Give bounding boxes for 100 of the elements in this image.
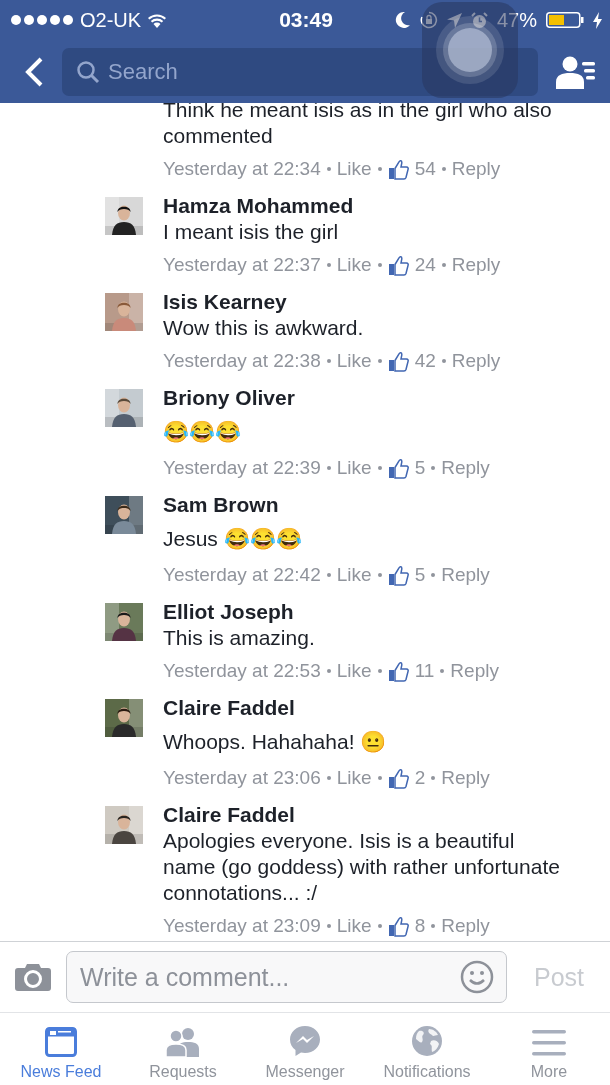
commenter-name[interactable]: Isis Kearney [163, 289, 560, 315]
battery-icon [546, 12, 584, 28]
comment-input-field[interactable]: Write a comment... [80, 962, 460, 992]
like-count: 54 [414, 158, 436, 180]
clock-time: 03:49 [279, 8, 333, 32]
menu-icon [532, 1029, 566, 1057]
commenter-name[interactable]: Elliot Joseph [163, 599, 560, 625]
location-arrow-icon [446, 12, 462, 28]
thumbs-up-icon [387, 767, 409, 789]
separator-dot [326, 573, 331, 577]
like-link[interactable]: Like [336, 457, 372, 479]
comment-text: Whoops. Hahahaha! 😐 [163, 729, 388, 755]
separator-dot [441, 167, 446, 171]
reply-link[interactable]: Reply [441, 767, 490, 789]
like-count: 11 [414, 660, 435, 682]
commenter-name[interactable]: Hamza Mohammed [163, 193, 560, 219]
comment-time: Yesterday at 23:09 [163, 915, 321, 937]
thumbs-up-icon [387, 564, 409, 586]
comment-text: I meant isis the girl [163, 219, 340, 245]
tab-button[interactable]: Requests [122, 1013, 244, 1085]
reply-link[interactable]: Reply [441, 564, 490, 586]
tab-button[interactable]: Notifications [366, 1013, 488, 1085]
like-count: 42 [414, 350, 436, 372]
commenter-name[interactable]: Claire Faddel [163, 802, 560, 828]
rotation-lock-icon [419, 11, 438, 29]
like-link[interactable]: Like [336, 254, 372, 276]
search-icon [76, 59, 100, 84]
like-link[interactable]: Like [336, 350, 372, 372]
reply-link[interactable]: Reply [450, 660, 499, 682]
alarm-icon [470, 11, 488, 29]
like-link[interactable]: Like [336, 564, 372, 586]
wifi-icon [147, 12, 168, 28]
separator-dot [326, 263, 331, 267]
smiley-icon[interactable] [459, 960, 494, 994]
separator-dot [326, 359, 331, 363]
comment-text: Jesus 😂😂😂 [163, 526, 303, 552]
separator-dot [377, 669, 382, 673]
search-bar[interactable]: Search [62, 47, 538, 96]
like-link[interactable]: Like [336, 660, 372, 682]
thumbs-up-icon [387, 350, 409, 372]
battery-percentage: 47% [496, 8, 537, 32]
separator-dot [431, 924, 436, 928]
charging-bolt-icon [593, 11, 602, 29]
comment-time: Yesterday at 22:39 [163, 457, 321, 479]
separator-dot [377, 776, 382, 780]
separator-dot [377, 359, 382, 363]
like-count: 24 [414, 254, 436, 276]
separator-dot [377, 466, 382, 470]
comment-time: Yesterday at 22:53 [163, 660, 321, 682]
reply-link[interactable]: Reply [441, 457, 490, 479]
commenter-name[interactable]: Sam Brown [163, 492, 560, 518]
separator-dot [326, 466, 331, 470]
commenter-name[interactable]: Briony Oliver [163, 385, 560, 411]
like-link[interactable]: Like [336, 915, 372, 937]
comment-time: Yesterday at 22:42 [163, 564, 321, 586]
camera-icon[interactable] [15, 963, 51, 991]
thumbs-up-icon [387, 254, 409, 276]
separator-dot [377, 573, 382, 577]
moon-icon [394, 11, 411, 29]
like-count: 2 [414, 767, 426, 789]
separator-dot [326, 924, 331, 928]
separator-dot [441, 263, 446, 267]
tab-button[interactable]: More [488, 1013, 610, 1085]
thumbs-up-icon [387, 660, 409, 682]
friends-list-icon[interactable] [556, 54, 596, 89]
separator-dot [431, 466, 436, 470]
separator-dot [377, 263, 382, 267]
tab-button[interactable]: Messenger [244, 1013, 366, 1085]
like-count: 5 [414, 564, 426, 586]
signal-icon [10, 14, 74, 26]
back-icon[interactable] [24, 55, 44, 88]
thumbs-up-icon [387, 158, 409, 180]
reply-link[interactable]: Reply [441, 915, 490, 937]
separator-dot [326, 669, 331, 673]
separator-dot [326, 776, 331, 780]
commenter-name[interactable]: Claire Faddel [163, 695, 560, 721]
comment-time: Yesterday at 22:37 [163, 254, 321, 276]
like-link[interactable]: Like [336, 767, 372, 789]
like-count: 5 [414, 457, 426, 479]
comment-time: Yesterday at 23:06 [163, 767, 321, 789]
comment-time: Yesterday at 22:34 [163, 158, 321, 180]
like-link[interactable]: Like [336, 158, 372, 180]
tab-button[interactable]: News Feed [0, 1013, 122, 1085]
comment-text: This is amazing. [163, 625, 316, 651]
separator-dot [441, 359, 446, 363]
messenger-icon [289, 1025, 321, 1057]
separator-dot [377, 924, 382, 928]
separator-dot [431, 573, 436, 577]
separator-dot [326, 167, 331, 171]
like-count: 8 [414, 915, 426, 937]
comment-box[interactable]: Write a comment... [66, 951, 507, 1003]
separator-dot [377, 167, 382, 171]
reply-link[interactable]: Reply [451, 254, 501, 276]
reply-link[interactable]: Reply [451, 350, 501, 372]
comment-text: Wow this is awkward. [163, 315, 365, 341]
comment-text: 😂😂😂 [163, 419, 242, 445]
comment-text: Think he meant isis as in the girl who also commented [163, 97, 553, 149]
comment-time: Yesterday at 22:38 [163, 350, 321, 372]
reply-link[interactable]: Reply [451, 158, 501, 180]
separator-dot [440, 669, 445, 673]
